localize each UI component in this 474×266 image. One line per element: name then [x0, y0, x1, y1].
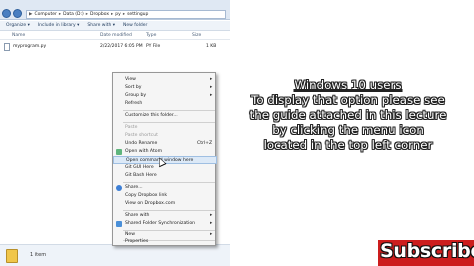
breadcrumb-item[interactable]: Computer [34, 12, 56, 17]
breadcrumb-item[interactable]: Dropbox [90, 12, 109, 17]
include-in-library-button[interactable]: Include in library ▾ [38, 23, 80, 28]
file-row[interactable]: myprogram.py 2/22/2017 6:05 PM PY File 1… [0, 42, 230, 52]
subscribe-label: Subscribe [380, 240, 474, 262]
file-size: 1 KB [206, 44, 217, 49]
menu-item-customize[interactable]: Customize this folder... [113, 112, 217, 120]
column-name[interactable]: Name [12, 33, 25, 38]
menu-item-sort-by[interactable]: Sort by ▸ [113, 84, 217, 92]
submenu-arrow-icon: ▸ [210, 76, 213, 82]
menu-item-undo-rename[interactable]: Undo Rename Ctrl+Z [113, 140, 217, 148]
overlay-line: by clicking the menu icon [272, 123, 424, 137]
sync-icon [116, 221, 122, 227]
file-date: 2/22/2017 6:05 PM [100, 44, 143, 49]
menu-item-view[interactable]: View ▸ [113, 76, 217, 84]
shortcut-label: Ctrl+Z [197, 140, 213, 146]
title-bar [0, 0, 230, 8]
instruction-overlay: Windows 10 users To display that option … [222, 78, 474, 153]
breadcrumb[interactable]: ▶ Computer ▸ Data (D:) ▸ Dropbox ▸ py ▸ … [26, 10, 226, 19]
menu-separator [123, 110, 215, 111]
new-folder-button[interactable]: New folder [123, 23, 147, 28]
overlay-heading: Windows 10 users [294, 78, 402, 92]
share-with-button[interactable]: Share with ▾ [87, 23, 115, 28]
submenu-arrow-icon: ▸ [210, 92, 213, 98]
command-bar: Organize ▾ Include in library ▾ Share wi… [0, 21, 230, 31]
menu-item-paste-shortcut[interactable]: Paste shortcut [113, 132, 217, 140]
menu-item-properties[interactable]: Properties [113, 238, 217, 246]
overlay-line: To display that option please see [251, 93, 445, 107]
menu-item-share-with[interactable]: Share with ▸ [113, 212, 217, 220]
forward-arrow-icon[interactable] [13, 9, 22, 18]
folder-icon: ▶ [29, 12, 33, 17]
status-bar: 1 item [0, 244, 230, 266]
submenu-arrow-icon: ▸ [210, 220, 213, 226]
menu-item-shared-folder-sync[interactable]: Shared Folder Synchronization ▸ [113, 220, 217, 228]
breadcrumb-item[interactable]: py [115, 12, 121, 17]
column-size[interactable]: Size [192, 33, 201, 38]
submenu-arrow-icon: ▸ [210, 212, 213, 218]
menu-item-paste[interactable]: Paste [113, 124, 217, 132]
menu-item-copy-dropbox-link[interactable]: Copy Dropbox link [113, 192, 217, 200]
organize-button[interactable]: Organize ▾ [6, 23, 30, 28]
menu-item-git-bash[interactable]: Git Bash Here [113, 172, 217, 180]
breadcrumb-item[interactable]: Data (D:) [63, 12, 84, 17]
submenu-arrow-icon: ▸ [210, 231, 213, 237]
menu-separator [123, 182, 215, 183]
column-type[interactable]: Type [146, 33, 156, 38]
file-type: PY File [146, 44, 161, 49]
menu-item-open-with-atom[interactable]: Open with Atom [113, 148, 217, 156]
submenu-arrow-icon: ▸ [210, 84, 213, 90]
column-headers: Name Date modified Type Size [0, 31, 230, 40]
column-date[interactable]: Date modified [100, 33, 132, 38]
overlay-line: located in the top left corner [263, 138, 433, 152]
menu-item-refresh[interactable]: Refresh [113, 100, 217, 108]
menu-item-view-on-dropbox[interactable]: View on Dropbox.com [113, 200, 217, 208]
menu-item-git-gui[interactable]: Git GUI Here [113, 164, 217, 172]
overlay-line: the guide attached in this lecture [249, 108, 447, 122]
python-file-icon [4, 43, 10, 51]
folder-icon [6, 249, 18, 263]
dropbox-icon [116, 185, 122, 191]
breadcrumb-item[interactable]: settingup [127, 12, 148, 17]
menu-separator [123, 122, 215, 123]
file-name: myprogram.py [13, 44, 47, 49]
atom-icon [116, 149, 122, 155]
item-count: 1 item [30, 252, 47, 258]
menu-item-group-by[interactable]: Group by ▸ [113, 92, 217, 100]
menu-item-share[interactable]: Share... [113, 184, 217, 192]
nav-buttons [2, 9, 22, 18]
menu-separator [123, 210, 215, 211]
back-arrow-icon[interactable] [2, 9, 11, 18]
